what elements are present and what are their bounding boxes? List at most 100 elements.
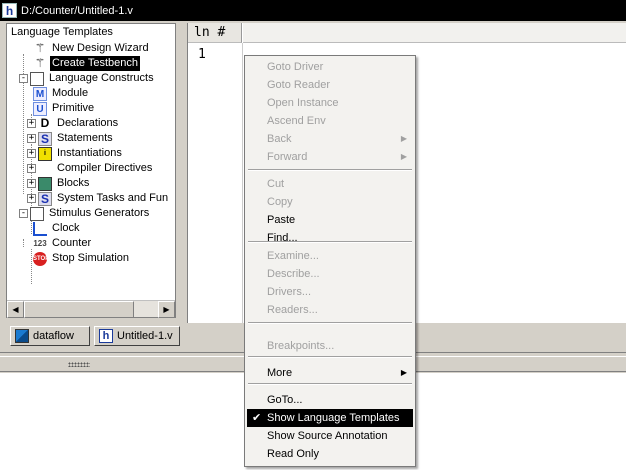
menu-item[interactable]: Show Source Annotation (247, 427, 413, 445)
menu-item[interactable]: Breakpoints... (247, 337, 413, 355)
tree-item[interactable]: Clock (33, 221, 82, 236)
tree-item-label: Blocks (57, 177, 90, 189)
menu-item[interactable]: Goto Driver (247, 58, 413, 76)
tree-item-label: Clock (52, 222, 80, 234)
tree-item-label: Module (52, 87, 89, 99)
menu-item-label: Read Only (267, 448, 319, 460)
menu-separator (248, 322, 412, 324)
tree-item[interactable]: + i Instantiations (27, 146, 124, 161)
submenu-arrow-icon: ▶ (400, 152, 407, 161)
menu-item-label: Forward (267, 151, 308, 163)
menu-item-label: Readers... (267, 304, 318, 316)
menu-item-label: Cut (267, 178, 285, 190)
title-bar: h D:/Counter/Untitled-1.v (0, 0, 626, 21)
expand-icon[interactable]: + (27, 164, 36, 173)
context-menu: Goto Driver Goto Reader Open Instance Ascen… (244, 55, 416, 467)
menu-item[interactable]: Forward ▶ (247, 148, 413, 166)
tree-item[interactable]: + Compiler Directives (27, 161, 154, 176)
expand-icon[interactable]: + (27, 134, 36, 143)
tree-item[interactable]: STOP Stop Simulation (33, 251, 131, 266)
line-number: 1 (198, 47, 206, 62)
tree-connector (31, 249, 32, 284)
app-icon: h (2, 3, 17, 18)
menu-item-label: Copy (267, 196, 293, 208)
tree-item-label: Compiler Directives (57, 162, 153, 174)
tree-item[interactable]: + Blocks (27, 176, 91, 191)
tree-item-label: Language Constructs (49, 72, 154, 84)
menu-item[interactable]: Ascend Env (247, 112, 413, 130)
blocks-icon (38, 176, 52, 191)
submenu-arrow-icon: ▶ (400, 134, 407, 143)
vertical-splitter[interactable] (178, 23, 186, 323)
check-icon: ✔ (252, 412, 262, 424)
menu-item[interactable]: Find... (247, 229, 413, 247)
menu-item-label: Paste (267, 214, 296, 226)
stimulus-icon (30, 206, 44, 221)
menu-item[interactable]: Read Only (247, 445, 413, 463)
tree-item[interactable]: + S Statements (27, 131, 115, 146)
tab-label: dataflow (33, 330, 74, 342)
document-icon (30, 71, 44, 86)
tree-item-label: Statements (57, 132, 113, 144)
menu-item[interactable]: Open Instance (247, 94, 413, 112)
menu-item[interactable]: Examine... (247, 247, 413, 265)
submenu-arrow-icon: ▶ (400, 368, 407, 377)
menu-item[interactable]: GoTo... (247, 391, 413, 409)
tree-item[interactable]: ⚚ New Design Wizard (33, 41, 151, 56)
menu-item[interactable]: ✔ Show Language Templates (247, 409, 413, 427)
scroll-right-icon[interactable]: ▶ (158, 301, 175, 318)
dataflow-icon (15, 329, 29, 343)
menu-item[interactable]: Cut (247, 175, 413, 193)
grip-icon[interactable] (68, 362, 90, 367)
tab-label: Untitled-1.v (117, 330, 173, 342)
tree-item[interactable]: - Language Constructs (19, 71, 156, 86)
menu-item-label: Open Instance (267, 97, 339, 109)
menu-item[interactable]: Goto Reader (247, 76, 413, 94)
tree-connector (23, 239, 24, 247)
tree-root-label: Language Templates (11, 26, 113, 38)
menu-item[interactable]: Readers... (247, 301, 413, 319)
tree-item[interactable]: M Module (33, 86, 90, 101)
menu-item[interactable]: Describe... (247, 265, 413, 283)
tab-dataflow[interactable]: dataflow (10, 326, 90, 346)
wand-icon: ⚚ (34, 55, 46, 70)
counter-icon: 123 (33, 238, 47, 248)
tree-item[interactable]: U Primitive (33, 101, 96, 116)
menu-item[interactable]: Paste (247, 211, 413, 229)
expand-icon[interactable]: + (27, 149, 36, 158)
module-icon: M (33, 86, 47, 101)
tree-item[interactable]: - Stimulus Generators (19, 206, 151, 221)
tree-item-label: System Tasks and Fun (57, 192, 169, 204)
scroll-left-icon[interactable]: ◀ (7, 301, 24, 318)
tree-item[interactable]: + D Declarations (27, 116, 120, 131)
wand-icon: ⚚ (34, 40, 46, 55)
scroll-thumb[interactable] (24, 301, 134, 318)
tree-item[interactable]: 123 Counter (33, 236, 93, 251)
tab-untitled-1[interactable]: h Untitled-1.v (94, 326, 180, 346)
menu-separator (248, 169, 412, 171)
expand-icon[interactable]: + (27, 194, 36, 203)
statement-icon: S (38, 131, 52, 146)
menu-item-label: Goto Reader (267, 79, 330, 91)
menu-item-label: GoTo... (267, 394, 303, 406)
expand-icon[interactable]: + (27, 119, 36, 128)
menu-item-label: Describe... (267, 268, 320, 280)
menu-item[interactable]: Drivers... (247, 283, 413, 301)
tree-item[interactable]: + S System Tasks and Fun (27, 191, 170, 206)
collapse-icon[interactable]: - (19, 74, 28, 83)
tree-item[interactable]: ⚚ Create Testbench (33, 55, 141, 71)
menu-separator (248, 356, 412, 358)
primitive-icon: U (33, 101, 47, 116)
menu-item-label: Breakpoints... (267, 340, 335, 352)
collapse-icon[interactable]: - (19, 209, 28, 218)
horizontal-scrollbar[interactable]: ◀ ▶ (7, 300, 175, 318)
system-task-icon: S (38, 191, 52, 206)
window-title: D:/Counter/Untitled-1.v (21, 4, 133, 17)
stop-icon: STOP (33, 251, 49, 266)
expand-icon[interactable]: + (27, 179, 36, 188)
menu-item[interactable]: Copy (247, 193, 413, 211)
menu-item[interactable]: More ▶ (247, 364, 413, 382)
tree-item-label: Counter (52, 237, 92, 249)
tree-root[interactable]: Language Templates (9, 25, 115, 40)
menu-item[interactable]: Back ▶ (247, 130, 413, 148)
